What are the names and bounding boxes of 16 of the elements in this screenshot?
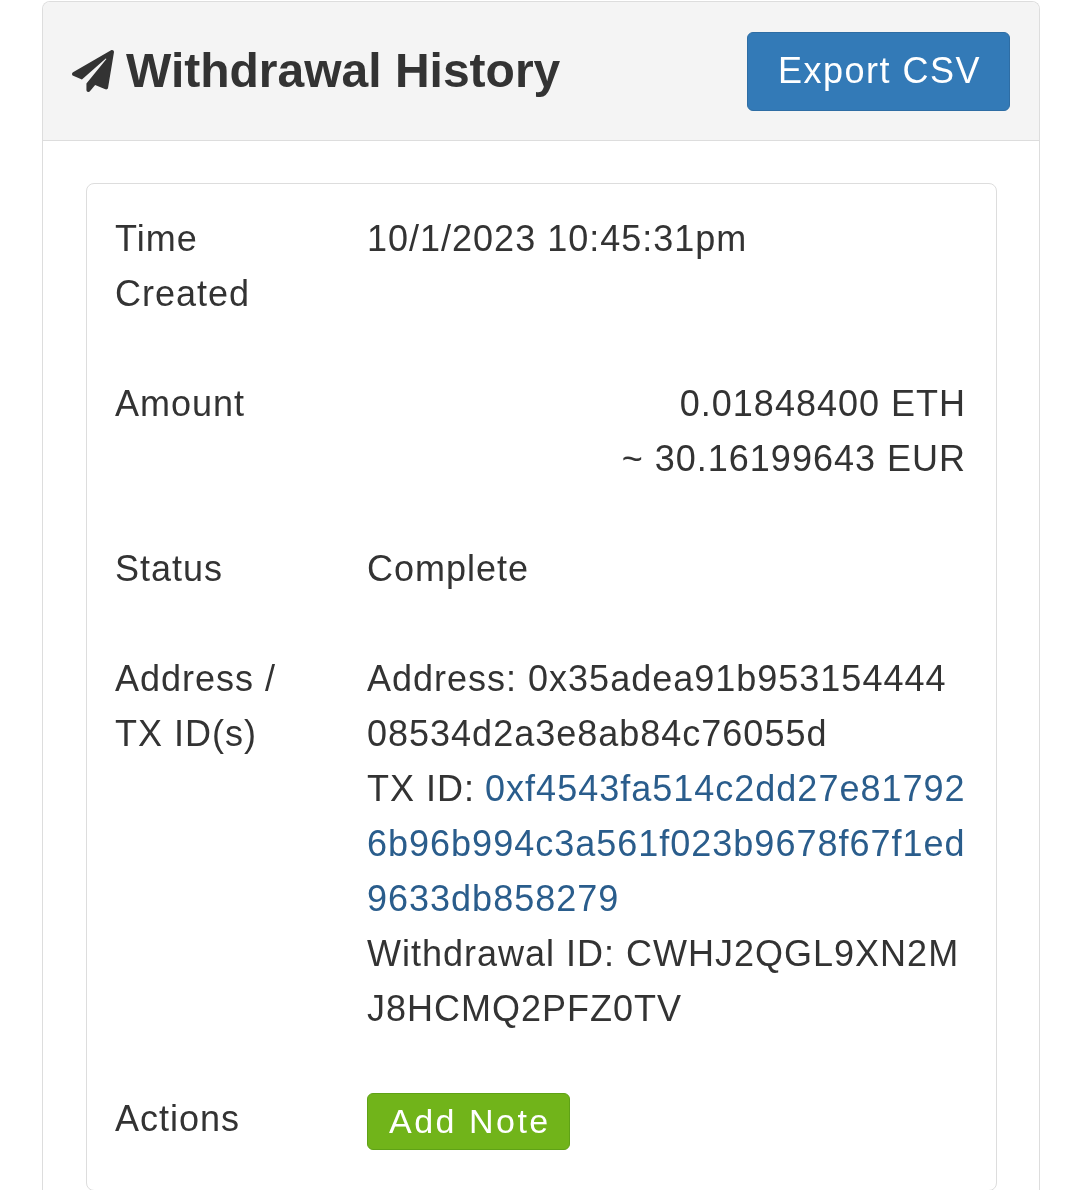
field-label: Time Created xyxy=(115,218,251,314)
panel-title: Withdrawal History xyxy=(126,44,561,98)
tx-id-text[interactable]: TX ID: 0xf4543fa514c2dd27e817926b96b994c3a561f023b9678f67f1ed9633db858279 xyxy=(367,761,966,926)
field-label: Address / TX ID(s) xyxy=(115,658,277,754)
paper-plane-icon xyxy=(72,50,114,92)
field-label: Amount xyxy=(115,383,246,424)
address-text: Address: 0x35adea91b95315444408534d2a3e8ab84c76055d xyxy=(367,657,948,756)
field-value: 10/1/2023 10:45:31pm xyxy=(367,218,748,259)
field-value: Complete xyxy=(367,548,530,589)
export-csv-button[interactable]: Export CSV xyxy=(746,31,1010,111)
withdrawal-id-text: Withdrawal ID: CWHJ2QGL9XN2MJ8HCMQ2PFZ0TV xyxy=(367,932,961,1031)
add-note-button[interactable]: Add Note xyxy=(367,1093,570,1150)
field-label: Actions xyxy=(115,1098,241,1139)
crypto-amount: 0.01848400 ETH xyxy=(679,382,966,426)
field-label: Status xyxy=(115,548,224,589)
converted-amount: ~ 30.16199643 EUR xyxy=(621,437,966,481)
